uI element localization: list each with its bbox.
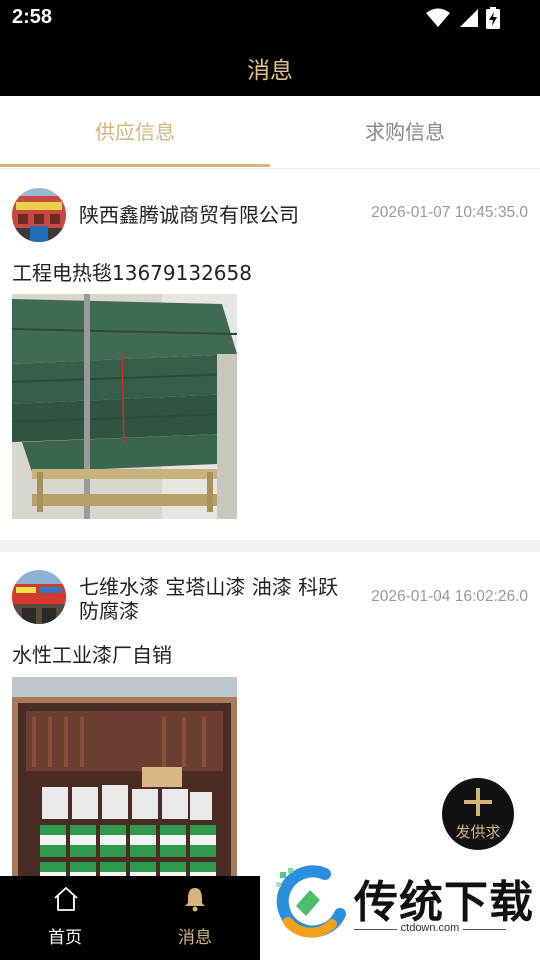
wifi-icon bbox=[426, 8, 450, 27]
nav-label-home: 首页 bbox=[48, 928, 82, 948]
post-image[interactable] bbox=[12, 294, 237, 519]
battery-charging-icon bbox=[486, 7, 500, 29]
watermark: 传统下载 ctdown.com bbox=[260, 856, 540, 960]
bell-icon bbox=[185, 888, 205, 912]
post-timestamp: 2026-01-04 16:02:26.0 bbox=[371, 588, 528, 605]
watermark-url-text: ctdown.com bbox=[396, 922, 464, 934]
plus-icon bbox=[464, 788, 492, 816]
bottom-nav: 首页 消息 bbox=[0, 876, 260, 960]
tab-bar: 供应信息 求购信息 bbox=[0, 96, 540, 169]
fab-label: 发供求 bbox=[455, 823, 501, 841]
page-title: 消息 bbox=[247, 58, 293, 84]
watermark-url: ctdown.com bbox=[354, 922, 506, 934]
post-text: 水性工业漆厂自销 bbox=[12, 643, 172, 667]
company-name: 七维水漆 宝塔山漆 油漆 科跃防腐漆 bbox=[79, 575, 339, 623]
company-name: 陕西鑫腾诚商贸有限公司 bbox=[79, 203, 299, 227]
nav-label-messages: 消息 bbox=[178, 928, 212, 948]
active-tab-indicator bbox=[0, 164, 270, 167]
post-timestamp: 2026-01-07 10:45:35.0 bbox=[371, 204, 528, 221]
avatar bbox=[12, 188, 66, 242]
status-icons bbox=[426, 7, 500, 29]
nav-item-messages[interactable]: 消息 bbox=[130, 876, 260, 960]
list-item[interactable]: 陕西鑫腾诚商贸有限公司 2026-01-07 10:45:35.0 工程电热毯1… bbox=[0, 170, 540, 540]
nav-item-home[interactable]: 首页 bbox=[0, 876, 130, 960]
home-icon bbox=[54, 887, 78, 911]
post-supply-demand-button[interactable]: 发供求 bbox=[442, 778, 514, 850]
status-bar: 2:58 bbox=[0, 0, 540, 36]
post-divider bbox=[0, 540, 540, 552]
app-header: 消息 bbox=[0, 36, 540, 96]
tab-purchase-info[interactable]: 求购信息 bbox=[270, 96, 540, 168]
status-time: 2:58 bbox=[12, 6, 53, 28]
watermark-logo-icon bbox=[276, 865, 346, 938]
tab-supply-info[interactable]: 供应信息 bbox=[0, 96, 270, 168]
avatar bbox=[12, 570, 66, 624]
post-text: 工程电热毯13679132658 bbox=[12, 261, 252, 285]
cellular-signal-icon bbox=[460, 9, 478, 27]
watermark-text: 传统下载 bbox=[354, 877, 534, 928]
post-image[interactable] bbox=[12, 677, 237, 902]
